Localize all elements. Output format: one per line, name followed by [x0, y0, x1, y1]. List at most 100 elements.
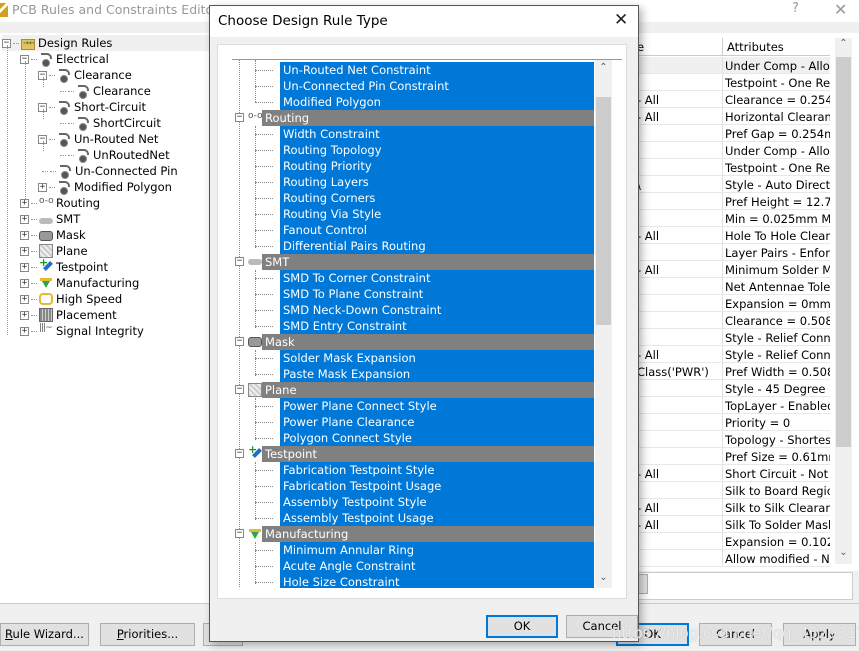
- dialog-ok-button[interactable]: OK: [486, 615, 558, 638]
- tree-item[interactable]: + Manufacturing: [20, 275, 139, 291]
- apply-button[interactable]: Apply: [783, 623, 856, 646]
- rule-type-item[interactable]: Routing Corners: [232, 190, 594, 206]
- rule-type-item[interactable]: Power Plane Connect Style: [232, 398, 594, 414]
- dialog-close-icon[interactable]: ✕: [614, 10, 628, 30]
- tree-connector: [255, 134, 273, 135]
- tree-item[interactable]: ShortCircuit: [56, 115, 161, 131]
- rule-type-item[interactable]: Routing Priority: [232, 158, 594, 174]
- rule-tree-vertical-scrollbar[interactable]: ⌃ ⌄: [595, 60, 612, 588]
- rule-type-item[interactable]: Acute Angle Constraint: [232, 558, 594, 574]
- rule-category[interactable]: − Plane: [232, 382, 594, 398]
- grid-header-attributes[interactable]: Attributes: [722, 38, 788, 56]
- rule-type-item[interactable]: Fabrication Testpoint Style: [232, 462, 594, 478]
- rule-type-item[interactable]: Routing Via Style: [232, 206, 594, 222]
- rule-wizard-button[interactable]: Rule Wizard...: [0, 623, 89, 646]
- tree-item[interactable]: + Modified Polygon: [38, 179, 172, 195]
- rule-wizard-label: ule Wizard...: [12, 627, 84, 641]
- tree-item[interactable]: + Mask: [20, 227, 86, 243]
- tree-item[interactable]: UnRoutedNet: [56, 147, 170, 163]
- collapse-icon[interactable]: −: [235, 385, 244, 394]
- rule-type-item[interactable]: Polygon Connect Style: [232, 430, 594, 446]
- rule-category[interactable]: − Mask: [232, 334, 594, 350]
- tree-item[interactable]: + SMT: [20, 211, 80, 227]
- rule-type-item[interactable]: Power Plane Clearance: [232, 414, 594, 430]
- tree-item[interactable]: − Un-Routed Net: [38, 131, 158, 147]
- scroll-up-icon[interactable]: ⌃: [835, 38, 852, 55]
- design-rules-tree[interactable]: −Design Rules−Electrical−ClearanceCleara…: [0, 33, 210, 603]
- tree-connector: [255, 102, 273, 103]
- rule-type-item[interactable]: Paste Mask Expansion: [232, 366, 594, 382]
- scroll-up-icon[interactable]: ⌃: [595, 62, 612, 79]
- rule-type-item[interactable]: SMD To Corner Constraint: [232, 270, 594, 286]
- rule-type-item[interactable]: Width Constraint: [232, 126, 594, 142]
- choose-design-rule-type-dialog: Choose Design Rule Type ✕ Un-Routed Net …: [209, 5, 639, 642]
- rule-type-item[interactable]: Assembly Testpoint Style: [232, 494, 594, 510]
- scroll-down-icon[interactable]: ⌄: [595, 572, 612, 588]
- tree-item[interactable]: + High Speed: [20, 291, 122, 307]
- rule-category[interactable]: − SMT: [232, 254, 594, 270]
- grid-cell-scope: - All: [637, 263, 660, 277]
- tree-connector: [255, 198, 273, 199]
- tree-item[interactable]: − Short-Circuit: [38, 99, 146, 115]
- tree-item[interactable]: + Testpoint: [20, 256, 108, 275]
- rule-type-item[interactable]: SMD To Plane Constraint: [232, 286, 594, 302]
- rule-category[interactable]: − Manufacturing: [232, 526, 594, 542]
- grid-vertical-scrollbar[interactable]: ⌃ ⌄: [835, 38, 852, 564]
- expand-icon[interactable]: +: [20, 246, 29, 256]
- rule-category[interactable]: − Routing: [232, 110, 594, 126]
- horizontal-scroll-thumb[interactable]: [638, 574, 648, 594]
- help-button[interactable]: ?: [792, 1, 799, 16]
- tree-connector: [255, 182, 273, 183]
- tree-item[interactable]: + Routing: [20, 195, 100, 211]
- collapse-icon[interactable]: −: [235, 337, 244, 346]
- rule-type-item[interactable]: Modified Polygon: [232, 94, 594, 110]
- tree-item[interactable]: + Plane: [20, 243, 88, 259]
- priorities-button[interactable]: Priorities...: [100, 623, 195, 646]
- rule-type-item[interactable]: SMD Entry Constraint: [232, 318, 594, 334]
- grid-scroll-thumb[interactable]: [836, 57, 851, 447]
- expand-icon[interactable]: +: [20, 278, 29, 288]
- expand-icon[interactable]: +: [20, 262, 29, 272]
- rule-type-item[interactable]: Un-Connected Pin Constraint: [232, 78, 594, 94]
- tree-item[interactable]: − Clearance: [38, 67, 132, 83]
- rule-type-item[interactable]: Routing Layers: [232, 174, 594, 190]
- tree-item[interactable]: Un-Connected Pin: [38, 163, 178, 179]
- tree-item-label: Clearance: [74, 68, 132, 82]
- expand-icon[interactable]: +: [20, 294, 29, 304]
- expand-icon[interactable]: +: [20, 214, 29, 224]
- main-close-button[interactable]: ✕: [834, 0, 847, 19]
- rule-type-item[interactable]: Un-Routed Net Constraint: [232, 62, 594, 78]
- collapse-icon[interactable]: −: [235, 449, 244, 458]
- collapse-icon[interactable]: −: [235, 113, 244, 122]
- expand-icon[interactable]: +: [20, 198, 29, 208]
- rule-type-item[interactable]: Assembly Testpoint Usage: [232, 510, 594, 526]
- rule-type-item[interactable]: Fanout Control: [232, 222, 594, 238]
- rule-type-item[interactable]: Differential Pairs Routing: [232, 238, 594, 254]
- rule-label: Differential Pairs Routing: [280, 238, 594, 254]
- rule-type-item[interactable]: Fabrication Testpoint Usage: [232, 478, 594, 494]
- expand-icon[interactable]: +: [20, 326, 29, 336]
- rule-tree-scroll-thumb[interactable]: [596, 97, 611, 325]
- rule-type-item[interactable]: Solder Mask Expansion: [232, 350, 594, 366]
- rule-type-tree[interactable]: Un-Routed Net Constraint Un-Connected Pin…: [232, 59, 622, 588]
- dialog-cancel-button[interactable]: Cancel: [566, 615, 638, 638]
- rule-category[interactable]: − Testpoint: [232, 443, 594, 462]
- tree-item[interactable]: − Electrical: [20, 51, 109, 67]
- expand-icon[interactable]: +: [20, 230, 29, 240]
- expand-icon[interactable]: +: [38, 182, 47, 192]
- tree-item[interactable]: + Placement: [20, 307, 117, 323]
- rule-type-item[interactable]: SMD Neck-Down Constraint: [232, 302, 594, 318]
- tree-connector: [31, 218, 37, 220]
- collapse-icon[interactable]: −: [235, 257, 244, 266]
- tree-item[interactable]: + Signal Integrity: [20, 323, 144, 339]
- rule-type-item[interactable]: Routing Topology: [232, 142, 594, 158]
- collapse-icon[interactable]: −: [235, 529, 244, 538]
- expand-icon[interactable]: +: [20, 310, 29, 320]
- rule-type-item[interactable]: Minimum Annular Ring: [232, 542, 594, 558]
- tree-item[interactable]: Clearance: [56, 83, 151, 99]
- rule-label: Routing Topology: [280, 142, 594, 158]
- main-cancel-button[interactable]: Cancel: [699, 623, 772, 646]
- scroll-down-icon[interactable]: ⌄: [835, 547, 852, 564]
- tree-item[interactable]: −Design Rules: [2, 35, 210, 51]
- rule-type-item[interactable]: Hole Size Constraint: [232, 574, 594, 588]
